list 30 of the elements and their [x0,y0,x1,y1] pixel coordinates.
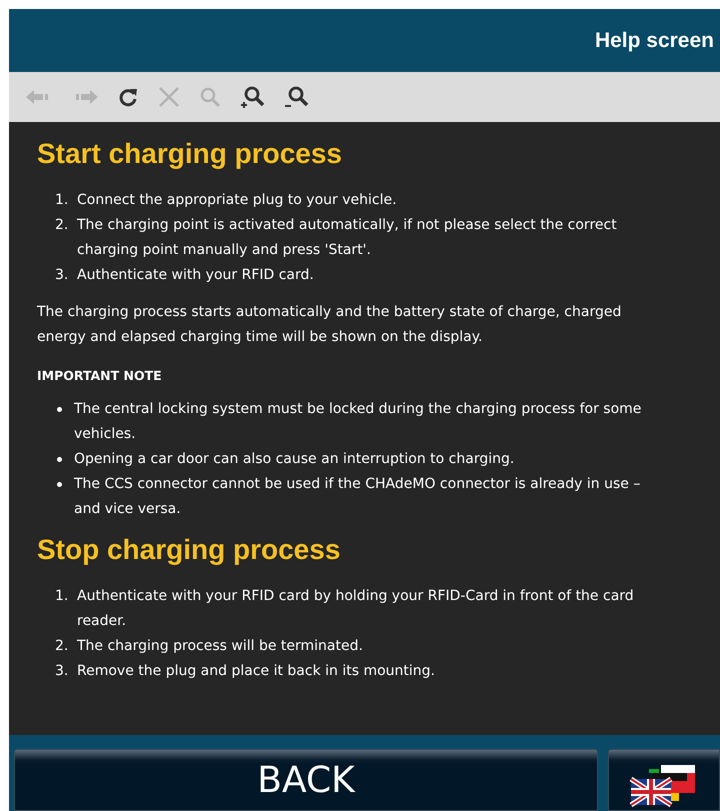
search-icon [199,86,221,108]
section-heading: Stop charging process [37,534,342,566]
list-number: 3. [55,662,70,681]
list-number: 1. [55,587,70,606]
list-item-text: The charging point is activated automatically, if not please select the correct charging point manually and press 'Start'. [77,216,618,260]
language-button[interactable] [608,749,720,811]
list-item-text: Connect the appropriate plug to your vehicle. [77,191,398,210]
list-item-text: The charging process will be terminated. [77,637,364,656]
zoom-out-icon [283,84,309,110]
list-item-text: Authenticate with your RFID card by holding your RFID-Card in front of the card reader. [77,587,635,631]
paragraph: The charging process starts automatically and the battery state of charge, charged energy and elapsed charging time will be shown on the display. [37,303,622,347]
list-number: 3. [55,266,70,285]
back-button[interactable]: BACK [14,749,598,811]
list-item-text: Opening a car door can also cause an interruption to charging. [74,450,516,469]
zoom-in-icon [239,84,265,110]
refresh-icon [117,86,139,108]
list-item-text: The central locking system must be locked during the charging process for some vehicles. [74,400,642,444]
screen-title: Help screen [594,28,714,52]
close-icon [157,85,181,109]
list-number: 2. [55,637,70,656]
bullet-dot [57,457,62,462]
note-heading: IMPORTANT NOTE [37,368,163,383]
list-item-text: Remove the plug and place it back in its mounting. [77,662,436,681]
section-heading: Start charging process [37,138,343,170]
list-number: 2. [55,216,70,235]
bullet-dot [57,407,62,412]
list-item-text: Authenticate with your RFID card. [77,266,315,285]
bullet-dot [57,482,62,487]
list-number: 1. [55,191,70,210]
list-item-text: The CCS connector cannot be used if the CHAdeMO connector is already in use – and vice versa. [74,475,642,519]
